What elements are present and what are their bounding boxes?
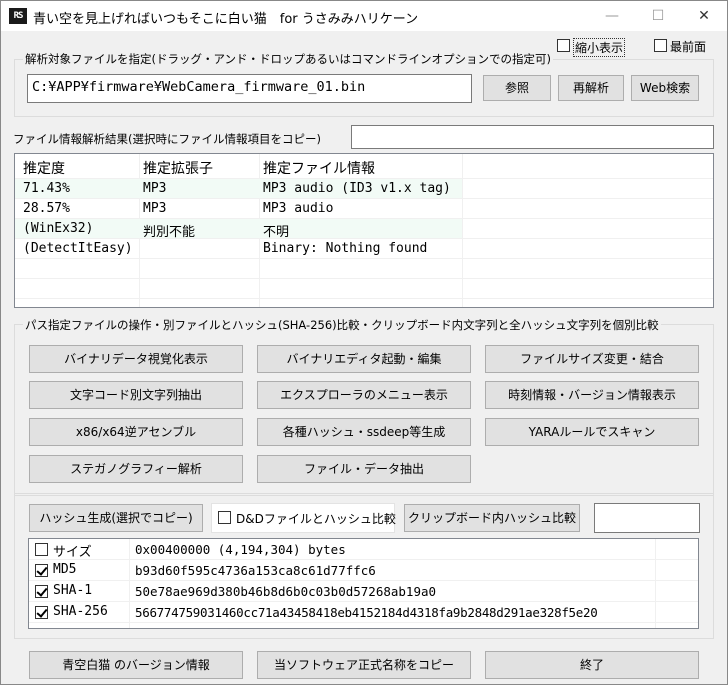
- sha1-row-checkbox[interactable]: [35, 585, 48, 598]
- dd-compare-checkbox[interactable]: [218, 511, 231, 524]
- result-list[interactable]: 推定度 推定拡張子 推定ファイル情報 71.43% MP3 MP3 audio …: [14, 153, 714, 308]
- table-row[interactable]: [15, 199, 462, 218]
- compact-view-checkbox[interactable]: [557, 39, 570, 52]
- column-divider: [655, 539, 656, 628]
- clipboard-hash-compare-button[interactable]: クリップボード内ハッシュ比較: [404, 504, 580, 532]
- time-version-info-button[interactable]: 時刻情報・バージョン情報表示: [485, 381, 699, 409]
- hash-generate-ssdeep-button[interactable]: 各種ハッシュ・ssdeep等生成: [257, 418, 471, 446]
- maximize-button[interactable]: ☐: [635, 1, 681, 31]
- column-divider: [129, 539, 130, 628]
- column-header-info[interactable]: 推定ファイル情報: [263, 158, 375, 178]
- column-header-ext[interactable]: 推定拡張子: [143, 158, 213, 178]
- yara-scan-button[interactable]: YARAルールでスキャン: [485, 418, 699, 446]
- hash-row-name: SHA-1: [53, 583, 93, 598]
- hash-row-name: MD5: [53, 562, 77, 577]
- app-icon: RS: [9, 8, 27, 24]
- md5-row-checkbox[interactable]: [35, 564, 48, 577]
- exit-button[interactable]: 終了: [485, 651, 699, 679]
- result-label: ファイル情報解析結果(選択時にファイル情報項目をコピー): [13, 132, 321, 146]
- hash-row-name: SHA-256: [53, 604, 108, 619]
- row-score: (WinEx32): [23, 221, 94, 236]
- hash-row-value[interactable]: 566774759031460cc71a43458418eb4152184d43…: [135, 605, 598, 620]
- row-info: 不明: [263, 225, 290, 240]
- row-ext: MP3: [143, 201, 167, 216]
- data-extract-button[interactable]: ファイル・データ抽出: [257, 455, 471, 483]
- topmost-label[interactable]: 最前面: [670, 38, 706, 55]
- target-file-group-label: 解析対象ファイルを指定(ドラッグ・アンド・ドロップあるいはコマンドラインオプショ…: [23, 51, 554, 67]
- hash-row-value[interactable]: 0x00400000 (4,194,304) bytes: [135, 542, 346, 557]
- row-info: MP3 audio: [263, 201, 334, 216]
- size-row-checkbox[interactable]: [35, 543, 48, 556]
- row-info: Binary: Nothing found: [263, 241, 428, 256]
- steganography-button[interactable]: ステガノグラフィー解析: [29, 455, 243, 483]
- copy-name-button[interactable]: 当ソフトウェア正式名称をコピー: [257, 651, 471, 679]
- column-header-score[interactable]: 推定度: [23, 158, 65, 178]
- window-title: 青い空を見上げればいつもそこに白い猫 for うさみみハリケーン: [33, 12, 419, 27]
- compact-view-label[interactable]: 縮小表示: [573, 38, 626, 57]
- hash-row-value[interactable]: 50e78ae969d380b46b8d6b0c03b0d57268ab19a0: [135, 584, 436, 599]
- binary-editor-button[interactable]: バイナリエディタ起動・編集: [257, 345, 471, 373]
- dd-compare-label[interactable]: D&Dファイルとハッシュ比較: [236, 510, 396, 527]
- row-ext: MP3: [143, 181, 167, 196]
- hash-row-name: サイズ: [53, 545, 92, 560]
- browse-button[interactable]: 参照: [483, 75, 551, 101]
- file-path-input[interactable]: C:¥APP¥firmware¥WebCamera_firmware_01.bi…: [27, 74, 472, 103]
- binary-visualize-button[interactable]: バイナリデータ視覚化表示: [29, 345, 243, 373]
- row-ext: 判別不能: [143, 225, 196, 240]
- web-search-button[interactable]: Web検索: [631, 75, 699, 101]
- hash-list[interactable]: サイズ 0x00400000 (4,194,304) bytes MD5 b93…: [28, 538, 699, 629]
- row-divider: [15, 298, 713, 299]
- minimize-button[interactable]: —: [589, 1, 635, 31]
- explorer-menu-button[interactable]: エクスプローラのメニュー表示: [257, 381, 471, 409]
- string-extract-button[interactable]: 文字コード別文字列抽出: [29, 381, 243, 409]
- disassemble-button[interactable]: x86/x64逆アセンブル: [29, 418, 243, 446]
- sha256-row-checkbox[interactable]: [35, 606, 48, 619]
- row-score: (DetectItEasy): [23, 241, 133, 256]
- topmost-checkbox[interactable]: [654, 39, 667, 52]
- hash-compare-field[interactable]: [594, 503, 700, 533]
- reanalyze-button[interactable]: 再解析: [558, 75, 624, 101]
- close-button[interactable]: ✕: [681, 1, 727, 31]
- hash-row-value[interactable]: b93d60f595c4736a153ca8c61d77ffc6: [135, 563, 376, 578]
- column-divider: [462, 154, 463, 307]
- row-score: 71.43%: [23, 181, 70, 196]
- main-window: RS 青い空を見上げればいつもそこに白い猫 for うさみみハリケーン — ☐ …: [0, 0, 728, 685]
- result-copy-field[interactable]: [351, 125, 714, 149]
- row-divider: [15, 278, 713, 279]
- row-divider: [15, 258, 713, 259]
- operations-group-label: パス指定ファイルの操作・別ファイルとハッシュ(SHA-256)比較・クリップボー…: [23, 317, 661, 333]
- version-info-button[interactable]: 青空白猫 のバージョン情報: [29, 651, 243, 679]
- row-info: MP3 audio (ID3 v1.x tag): [263, 181, 451, 196]
- file-size-change-button[interactable]: ファイルサイズ変更・結合: [485, 345, 699, 373]
- hash-generate-button[interactable]: ハッシュ生成(選択でコピー): [29, 504, 203, 532]
- row-score: 28.57%: [23, 201, 70, 216]
- title-bar[interactable]: RS 青い空を見上げればいつもそこに白い猫 for うさみみハリケーン — ☐ …: [1, 1, 727, 31]
